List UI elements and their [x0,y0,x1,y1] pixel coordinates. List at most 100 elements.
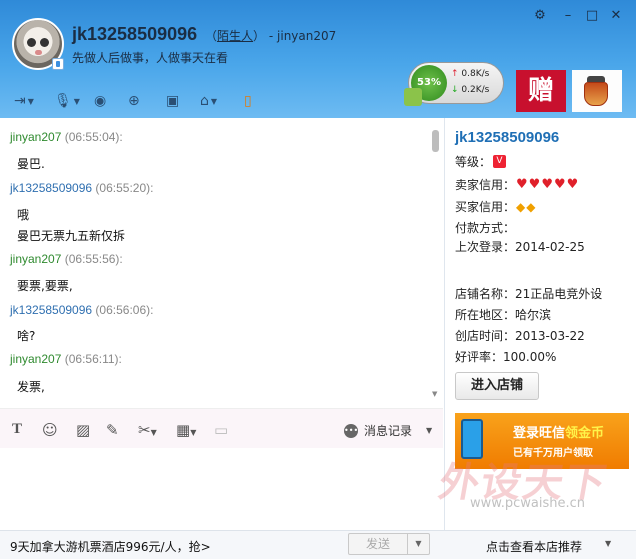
close-icon[interactable]: ✕ [608,8,624,24]
message-time: (06:56:06): [95,303,154,317]
history-icon: ••• [344,423,358,438]
scrollbar-thumb[interactable] [432,130,439,152]
transfer-file-button[interactable]: ⇥ ▼ [14,92,34,110]
contact-signature: 先做人后做事，人做事天在看 [72,51,229,65]
minimize-icon[interactable]: – [560,8,576,24]
maximize-icon[interactable]: □ [584,8,600,24]
calculator-icon[interactable]: ▦▼ [176,421,196,439]
diamond-icon: ◆ [516,199,526,214]
heart-icon: ♥ [566,177,579,192]
coin-ad-main-b: 领金币 [565,426,605,441]
last-login: 上次登录：2014-02-25 [455,240,585,254]
send-button[interactable]: 发送 [348,533,408,555]
level-row: 等级： V [455,153,507,170]
gift-ad-banner[interactable]: 赠 [516,70,566,112]
upload-speed-value: 0.8K/s [461,69,490,79]
message-box-icon[interactable]: ▭ [214,421,228,439]
arrow-up-icon: ↑ [451,69,459,79]
shop-name: 店铺名称：21正品电竞外设 [455,287,603,301]
mobile-button[interactable]: ▯ [244,92,252,110]
font-icon[interactable]: T [12,421,22,438]
payment-row: 付款方式： [455,221,516,235]
teapot-ad-banner[interactable] [572,70,622,112]
relation-close-paren: ） [253,29,266,43]
remote-assist-icon: ⌂ [200,93,209,109]
contact-name[interactable]: jk13258509096 [72,24,197,45]
chat-header: jk13258509096 （陌生人） - jinyan207 先做人后做事，人… [0,0,636,118]
relation-account: - jinyan207 [268,29,337,43]
message-time: (06:55:20): [95,181,154,195]
seller-hearts: ♥♥♥♥♥ [515,177,578,192]
chat-scrollbar[interactable]: ▼ [432,126,440,398]
bottom-bar: 9天加拿大游机票酒店996元/人，抢> 发送 ▼ 点击查看本店推荐 ▼ [0,530,636,559]
chevron-down-icon: ▼ [190,428,197,437]
seller-credit-label: 卖家信用： [455,178,516,192]
level-label: 等级： [455,155,492,169]
message-header: jinyan207 (06:56:11): [10,352,122,366]
vip-badge: V [493,155,507,168]
chevron-down-icon[interactable]: ▼ [426,426,432,435]
mobile-icon: ▯ [244,93,252,109]
enter-shop-button[interactable]: 进入店铺 [455,372,539,400]
store-recommend-link[interactable]: 点击查看本店推荐 [486,538,582,555]
sender-name[interactable]: jinyan207 [10,130,61,144]
buyer-credit-label: 买家信用： [455,200,516,214]
image-icon[interactable]: ▨ [76,421,90,439]
download-speed-value: 0.2K/s [461,85,490,95]
buyer-diamonds: ◆◆ [515,200,535,214]
rating: 好评率：100.00% [455,350,557,364]
relation-open-paren: （ [205,29,218,43]
sender-name[interactable]: jinyan207 [10,252,61,266]
message-text: 曼巴. [17,157,45,171]
message-header: jk13258509096 (06:56:06): [10,303,153,317]
shop-created: 创店时间：2013-03-22 [455,329,585,343]
network-speed-widget[interactable]: 53% ↑ 0.8K/s ↓ 0.2K/s [408,62,504,104]
coin-ad-main: 登录旺信领金币 [513,422,604,441]
remote-assist-button[interactable]: ⌂ ▼ [200,92,217,110]
coin-ad-main-a: 登录旺信 [513,426,566,441]
message-text: 发票, [17,380,45,394]
input-toolbar: T ☺ ▨ ✎ ✂▼ ▦▼ ▭ ••• 消息记录 ▼ [0,408,443,448]
avatar-eye-right [40,38,49,47]
add-contact-icon: ⊕ [128,93,140,109]
chevron-down-icon: ▼ [210,96,218,106]
promo-link[interactable]: 9天加拿大游机票酒店996元/人，抢> [10,538,211,555]
handwrite-icon[interactable]: ✎ [106,421,119,439]
plugin-icon[interactable] [404,88,422,106]
screen-share-button[interactable]: ▣ [166,92,179,110]
message-input[interactable] [0,448,443,530]
sender-name[interactable]: jk13258509096 [10,181,92,195]
sender-name[interactable]: jinyan207 [10,352,61,366]
scroll-down-icon[interactable]: ▼ [432,390,437,398]
send-options-button[interactable]: ▼ [408,533,430,555]
shop-owner-name[interactable]: jk13258509096 [455,129,559,146]
chevron-down-icon: ▼ [27,96,34,106]
voice-icon: 🎙 [54,93,72,109]
message-time: (06:55:04): [64,130,123,144]
emoji-icon[interactable]: ☺ [42,421,58,439]
add-contact-button[interactable]: ⊕ [128,92,140,110]
contact-relation: （陌生人） - jinyan207 [205,27,336,44]
mobile-online-icon [52,58,64,70]
video-icon: ◉ [94,93,107,109]
message-text: 要票,要票, [17,279,73,293]
stranger-link[interactable]: 陌生人 [217,29,253,43]
sender-name[interactable]: jk13258509096 [10,303,92,317]
settings-icon[interactable]: ⚙ [532,8,548,24]
screenshot-icon[interactable]: ✂▼ [138,421,157,439]
chevron-down-icon: ▼ [150,428,157,437]
message-time: (06:56:11): [64,352,122,366]
arrow-down-icon: ↓ [451,85,459,95]
chevron-down-icon[interactable]: ▼ [605,539,611,548]
message-history-button[interactable]: ••• 消息记录 ▼ [344,422,432,439]
voice-button[interactable]: 🎙 ▼ [54,92,80,110]
upload-speed: ↑ 0.8K/s [451,69,489,79]
chat-history[interactable]: jinyan207 (06:55:04): 曼巴. jk13258509096 … [0,118,443,408]
avatar-eye-left [27,38,36,47]
video-button[interactable]: ◉ [94,92,106,110]
location: 所在地区：哈尔滨 [455,308,552,322]
message-history-label: 消息记录 [364,424,413,438]
heart-icon: ♥ [553,177,566,192]
heart-icon: ♥ [541,177,553,192]
buyer-credit-row: 买家信用： ◆◆ [455,198,535,215]
